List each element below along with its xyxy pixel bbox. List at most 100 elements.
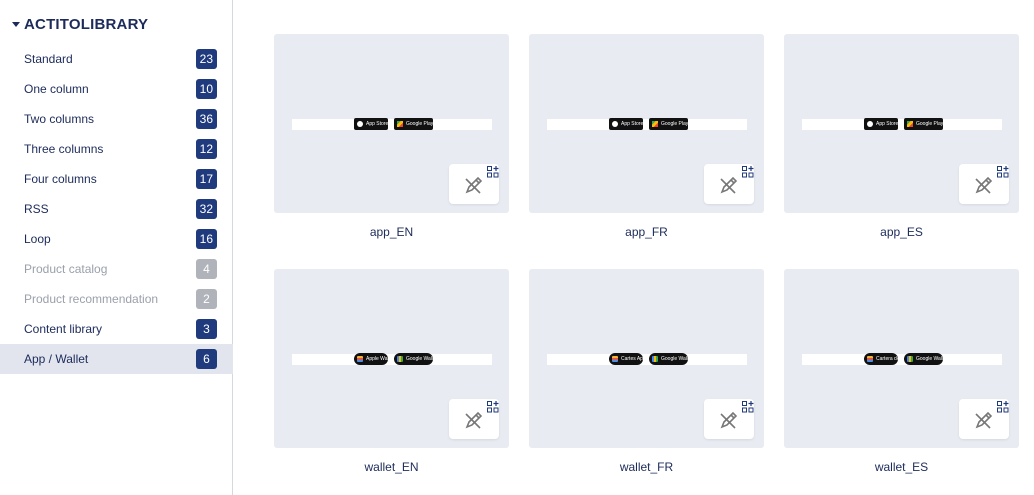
template-preview-strip	[547, 354, 747, 365]
template-name[interactable]: app_ES	[784, 225, 1019, 239]
count-badge: 17	[195, 169, 217, 189]
sidebar-item-label: Standard	[24, 52, 73, 66]
template-card[interactable]: App Store Google Play	[784, 34, 1019, 213]
store-badge: Cartes Apple	[609, 353, 643, 365]
add-block-icon[interactable]	[742, 165, 754, 178]
sidebar-item-app-wallet[interactable]: App / Wallet 6	[0, 344, 233, 374]
count-badge: 36	[195, 109, 217, 129]
library-sidebar: ACTITOLIBRARY Standard 23 One column 10 Two …	[0, 0, 233, 495]
apple-icon	[612, 121, 618, 127]
template-preview-strip	[292, 119, 492, 130]
template-card[interactable]: App Store Google Play	[529, 34, 764, 213]
pencil-icon	[975, 176, 993, 194]
pencil-icon	[465, 176, 483, 194]
wallet-icon	[397, 356, 403, 362]
store-badge: App Store	[609, 118, 643, 130]
store-badge: Google Play	[649, 118, 688, 130]
template-name[interactable]: app_EN	[274, 225, 509, 239]
template-preview-strip	[292, 354, 492, 365]
count-badge: 16	[195, 229, 217, 249]
store-badge-label: Google Play	[406, 121, 433, 127]
count-badge: 10	[195, 79, 217, 99]
store-badge: App Store	[354, 118, 388, 130]
template-name[interactable]: wallet_FR	[529, 460, 764, 474]
template-name[interactable]: wallet_EN	[274, 460, 509, 474]
store-badge: Google Wallet	[904, 353, 943, 365]
add-block-icon[interactable]	[742, 400, 754, 413]
sidebar-item-label: One column	[24, 82, 89, 96]
count-badge: 6	[196, 349, 217, 369]
sidebar-item-two-columns[interactable]: Two columns 36	[0, 104, 233, 134]
store-badge: Apple Wallet	[354, 353, 388, 365]
apple-icon	[357, 121, 363, 127]
template-card[interactable]: Apple Wallet Google Wallet	[274, 269, 509, 448]
wallet-icon	[907, 356, 913, 362]
sidebar-item-label: Loop	[24, 232, 51, 246]
sidebar-item-label: Product recommendation	[24, 292, 159, 306]
store-badge: Google Wallet	[649, 353, 688, 365]
apple-icon	[867, 121, 873, 127]
apple-wallet-icon	[867, 356, 873, 362]
wallet-icon	[652, 356, 658, 362]
add-block-icon[interactable]	[997, 165, 1009, 178]
store-badge-label: Apple Wallet	[366, 356, 388, 362]
sidebar-item-product-recommendation: Product recommendation 2	[0, 284, 233, 314]
count-badge: 23	[195, 49, 217, 69]
pencil-icon	[720, 411, 738, 429]
store-badge: Google Wallet	[394, 353, 433, 365]
store-badge-label: App Store	[366, 121, 388, 127]
count-badge: 12	[195, 139, 217, 159]
count-badge: 2	[196, 289, 217, 309]
sidebar-item-label: App / Wallet	[24, 352, 89, 366]
library-title: ACTITOLIBRARY	[24, 15, 149, 33]
template-name[interactable]: app_FR	[529, 225, 764, 239]
sidebar-item-four-columns[interactable]: Four columns 17	[0, 164, 233, 194]
sidebar-item-rss[interactable]: RSS 32	[0, 194, 233, 224]
store-badge-label: Google Wallet	[406, 356, 433, 362]
add-block-icon[interactable]	[487, 400, 499, 413]
store-badge: Google Play	[904, 118, 943, 130]
template-card[interactable]: Cartes Apple Google Wallet	[529, 269, 764, 448]
sidebar-item-content-library[interactable]: Content library 3	[0, 314, 233, 344]
store-badge-label: Cartes Apple	[621, 356, 643, 362]
add-block-icon[interactable]	[487, 165, 499, 178]
template-preview-strip	[802, 119, 1002, 130]
caret-down-icon[interactable]	[12, 21, 20, 27]
store-badge: App Store	[864, 118, 898, 130]
store-badge-label: Google Play	[916, 121, 943, 127]
pencil-icon	[465, 411, 483, 429]
add-block-icon[interactable]	[997, 400, 1009, 413]
template-card[interactable]: App Store Google Play	[274, 34, 509, 213]
sidebar-item-loop[interactable]: Loop 16	[0, 224, 233, 254]
template-card[interactable]: Cartera de Apple Google Wallet	[784, 269, 1019, 448]
sidebar-item-product-catalog: Product catalog 4	[0, 254, 233, 284]
sidebar-item-standard[interactable]: Standard 23	[0, 44, 233, 74]
template-preview-strip	[547, 119, 747, 130]
count-badge: 32	[195, 199, 217, 219]
library-header[interactable]: ACTITOLIBRARY	[0, 10, 233, 38]
pencil-icon	[975, 411, 993, 429]
store-badge: Cartera de Apple	[864, 353, 898, 365]
store-badge-label: App Store	[621, 121, 643, 127]
count-badge: 4	[196, 259, 217, 279]
apple-wallet-icon	[357, 356, 363, 362]
store-badge-label: Google Wallet	[661, 356, 688, 362]
store-badge: Google Play	[394, 118, 433, 130]
sidebar-item-label: Three columns	[24, 142, 104, 156]
store-badge-label: App Store	[876, 121, 898, 127]
store-badge-label: Cartera de Apple	[876, 356, 898, 362]
pencil-icon	[720, 176, 738, 194]
store-badge-label: Google Play	[661, 121, 688, 127]
sidebar-item-label: RSS	[24, 202, 49, 216]
play-icon	[652, 121, 658, 127]
library-menu: Standard 23 One column 10 Two columns 36 Three…	[0, 44, 233, 374]
store-badge-label: Google Wallet	[916, 356, 943, 362]
play-icon	[907, 121, 913, 127]
sidebar-item-three-columns[interactable]: Three columns 12	[0, 134, 233, 164]
count-badge: 3	[196, 319, 217, 339]
sidebar-item-label: Two columns	[24, 112, 95, 126]
sidebar-item-one-column[interactable]: One column 10	[0, 74, 233, 104]
template-name[interactable]: wallet_ES	[784, 460, 1019, 474]
template-preview-strip	[802, 354, 1002, 365]
sidebar-item-label: Product catalog	[24, 262, 108, 276]
